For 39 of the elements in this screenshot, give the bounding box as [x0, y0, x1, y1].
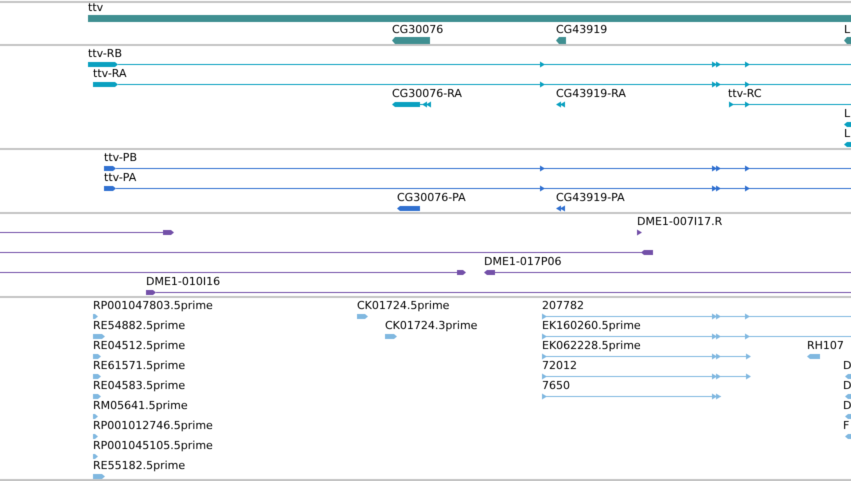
feature-label: D [843, 400, 851, 412]
feature-label: EK160260.5prime [542, 320, 641, 332]
feature-label: CG43919-PA [556, 192, 625, 204]
feature-label: RE54882.5prime [93, 320, 186, 332]
feature-label: CG30076-PA [397, 192, 466, 204]
feature-label: F [843, 420, 850, 432]
feature-label: 72012 [542, 360, 577, 372]
feature-label: RE55182.5prime [93, 460, 186, 472]
feature-label: ttv-RA [93, 68, 127, 80]
feature-label: RH107 [807, 340, 844, 352]
feature-label: CK01724.3prime [385, 320, 478, 332]
feature-label: RM05641.5prime [93, 400, 188, 412]
feature-label: ttv [88, 2, 104, 14]
feature-label: CG30076 [392, 24, 444, 36]
feature-label: DME1-007I17.R [637, 216, 722, 228]
feature-label: RE61571.5prime [93, 360, 186, 372]
feature-label: 7650 [542, 380, 570, 392]
feature-label: ttv-RB [88, 48, 122, 60]
feature-label: RP001045105.5prime [93, 440, 213, 452]
feature-label: DME1-017P06 [484, 256, 562, 268]
feature-label: RE04512.5prime [93, 340, 186, 352]
feature-label: 207782 [542, 300, 584, 312]
feature-label: RP001047803.5prime [93, 300, 213, 312]
feature-label: L [844, 24, 850, 36]
feature-label: EK062228.5prime [542, 340, 641, 352]
feature-label: DME1-010I16 [146, 276, 220, 288]
feature-label: CG30076-RA [392, 88, 462, 100]
feature-label: D [843, 360, 851, 372]
feature-label: L [844, 108, 850, 120]
feature-label: ttv-PA [104, 172, 136, 184]
feature-label: CK01724.5prime [357, 300, 450, 312]
feature-label: CG43919 [556, 24, 608, 36]
feature-label: RE04583.5prime [93, 380, 186, 392]
feature-label: L [844, 128, 850, 140]
feature-label: D [843, 380, 851, 392]
feature-label: CG43919-RA [556, 88, 626, 100]
feature-label: ttv-PB [104, 152, 137, 164]
feature-label: RP001012746.5prime [93, 420, 213, 432]
feature-label: ttv-RC [728, 88, 762, 100]
